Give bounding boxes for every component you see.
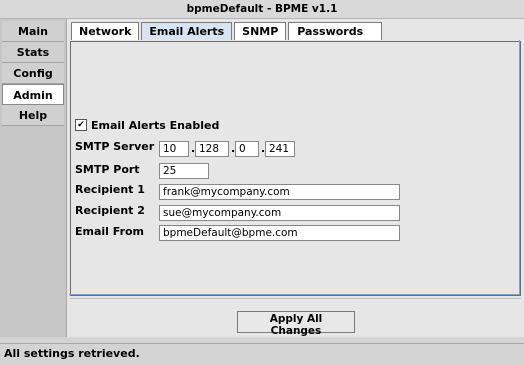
smtp-port-label: SMTP Port [75, 163, 140, 176]
content-area: Network Email Alerts SNMP Passwords ✔ Email … [67, 19, 524, 337]
email-alerts-toggle[interactable]: ✔ Email Alerts Enabled [75, 117, 219, 135]
smtp-ip-octet-4[interactable]: 241 [265, 141, 295, 157]
sidebar: Main Stats Config Admin Help [0, 19, 67, 337]
window-title: bpmeDefault - BPME v1.1 [0, 0, 524, 19]
sidebar-item-admin[interactable]: Admin [2, 84, 64, 105]
apply-all-changes-button[interactable]: Apply All Changes [237, 311, 355, 337]
smtp-ip-octet-3[interactable]: 0 [235, 141, 259, 157]
smtp-ip-octet-1[interactable]: 10 [159, 141, 189, 157]
recipient-2-label: Recipient 2 [75, 204, 145, 217]
sidebar-item-main[interactable]: Main [2, 21, 64, 42]
smtp-ip-octet-2[interactable]: 128 [195, 141, 229, 157]
sidebar-item-stats[interactable]: Stats [2, 42, 64, 63]
recipient-2-field[interactable]: sue@mycompany.com [159, 205, 400, 221]
tab-strip: Network Email Alerts SNMP Passwords [71, 22, 384, 42]
email-alerts-panel: ✔ Email Alerts Enabled SMTP Server IP 10 … [69, 40, 521, 296]
button-area: Apply All Changes [70, 298, 521, 337]
email-alerts-checkbox[interactable]: ✔ [75, 119, 87, 131]
status-bar: All settings retrieved. [0, 343, 524, 365]
tab-network[interactable]: Network [71, 22, 140, 40]
recipient-1-label: Recipient 1 [75, 183, 145, 196]
smtp-port-field[interactable]: 25 [159, 163, 209, 179]
recipient-1-field[interactable]: frank@mycompany.com [159, 184, 400, 200]
sidebar-item-config[interactable]: Config [2, 63, 64, 84]
tab-passwords[interactable]: Passwords [288, 22, 383, 40]
email-alerts-label: Email Alerts Enabled [91, 119, 220, 132]
tab-email-alerts[interactable]: Email Alerts [141, 22, 233, 40]
email-from-label: Email From [75, 225, 145, 238]
tab-snmp[interactable]: SNMP [234, 22, 287, 40]
smtp-ip-label: SMTP Server IP [75, 140, 171, 153]
sidebar-item-help[interactable]: Help [2, 105, 64, 126]
email-from-field[interactable]: bpmeDefault@bpme.com [159, 225, 400, 241]
